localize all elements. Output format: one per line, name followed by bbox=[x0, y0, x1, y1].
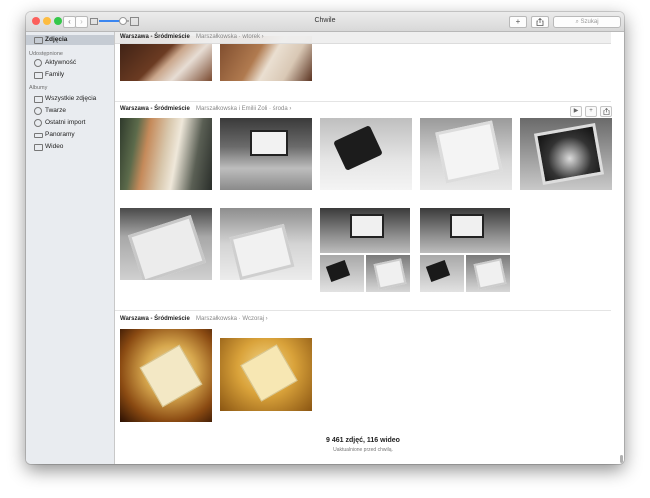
search-placeholder: Szukaj bbox=[580, 19, 599, 25]
photo-thumbnail[interactable] bbox=[466, 255, 510, 292]
library-updated: Uaktualnione przed chwilą. bbox=[333, 447, 393, 453]
moment-subtitle[interactable]: Marszałkowska i Emilii Zoli · środa › bbox=[196, 104, 291, 115]
share-icon bbox=[603, 107, 609, 115]
tablet-shape bbox=[473, 258, 507, 290]
tablet-shape bbox=[425, 260, 451, 282]
moment-share-button[interactable] bbox=[600, 106, 612, 117]
sidebar-item-label: Family bbox=[45, 71, 65, 78]
clock-icon bbox=[34, 119, 42, 127]
sidebar-item-family[interactable]: Family bbox=[26, 70, 114, 80]
tablet-shape bbox=[229, 223, 295, 280]
sidebar-item-label: Aktywność bbox=[45, 59, 77, 66]
photo-thumbnail[interactable] bbox=[366, 255, 410, 292]
tablet-cover-shape bbox=[139, 344, 203, 408]
photos-window: ‹ › Chwile + ⌕ Szukaj Zdjęcia Udostępnio… bbox=[26, 12, 624, 464]
photo-thumbnail[interactable] bbox=[220, 208, 312, 280]
sidebar: Zdjęcia Udostępnione Aktywność Family Al… bbox=[26, 32, 115, 464]
sidebar-item-last-import[interactable]: Ostatni import bbox=[26, 118, 114, 128]
share-icon bbox=[536, 17, 544, 26]
shared-section-header: Udostępnione bbox=[29, 51, 63, 57]
sidebar-item-label: Ostatni import bbox=[45, 119, 86, 126]
tablet-shape bbox=[127, 215, 207, 280]
sidebar-item-label: Zdjęcia bbox=[45, 36, 68, 43]
photo-thumbnail[interactable] bbox=[320, 208, 410, 253]
face-icon bbox=[34, 107, 42, 115]
photos-icon bbox=[34, 37, 43, 44]
scrollbar-thumb[interactable] bbox=[620, 455, 623, 463]
photo-thumbnail[interactable] bbox=[220, 338, 312, 411]
moments-view: Warszawa - Śródmieście Marszałkowska · w… bbox=[115, 32, 624, 464]
albums-section-header: Albumy bbox=[29, 85, 48, 91]
sidebar-item-faces[interactable]: Twarze bbox=[26, 106, 114, 116]
sidebar-item-panoramas[interactable]: Panoramy bbox=[26, 130, 114, 140]
sidebar-item-video[interactable]: Wideo bbox=[26, 142, 114, 152]
photo-thumbnail[interactable] bbox=[320, 118, 412, 190]
moment-header-sticky[interactable]: Warszawa - Śródmieście Marszałkowska · w… bbox=[115, 32, 611, 44]
moment-separator bbox=[115, 101, 611, 102]
moment-title: Warszawa - Śródmieście bbox=[120, 316, 190, 322]
add-button[interactable]: + bbox=[509, 16, 527, 28]
sidebar-item-label: Wszystkie zdjęcia bbox=[45, 95, 97, 102]
moment-subtitle[interactable]: Marszałkowska · wtorek › bbox=[196, 32, 264, 43]
tablet-shape bbox=[435, 120, 503, 184]
photo-thumbnail[interactable] bbox=[220, 118, 312, 190]
moment-add-button[interactable]: + bbox=[585, 106, 597, 117]
photo-thumbnail[interactable] bbox=[420, 118, 512, 190]
video-icon bbox=[34, 144, 43, 151]
moment-title: Warszawa - Śródmieście bbox=[120, 106, 190, 112]
photo-thumbnail[interactable] bbox=[120, 118, 212, 190]
sidebar-item-label: Twarze bbox=[45, 107, 66, 114]
tablet-cover-shape bbox=[240, 344, 298, 402]
tablet-shape bbox=[373, 258, 407, 290]
monitor-shape bbox=[250, 130, 288, 156]
moment-header[interactable]: Warszawa - Śródmieście Marszałkowska i E… bbox=[115, 104, 611, 115]
tablet-shape bbox=[333, 125, 383, 171]
panorama-icon bbox=[34, 133, 43, 138]
monitor-shape bbox=[450, 214, 484, 238]
sidebar-item-all-photos[interactable]: Wszystkie zdjęcia bbox=[26, 94, 114, 104]
photo-thumbnail[interactable] bbox=[520, 118, 612, 190]
magnifier-icon: ⌕ bbox=[575, 19, 579, 25]
play-slideshow-button[interactable]: ▶ bbox=[570, 106, 582, 117]
album-icon bbox=[34, 96, 43, 103]
play-icon: ▶ bbox=[573, 108, 579, 114]
sidebar-item-photos[interactable]: Zdjęcia bbox=[26, 35, 114, 45]
sidebar-item-label: Panoramy bbox=[45, 131, 75, 138]
title-bar: ‹ › Chwile + ⌕ Szukaj bbox=[26, 12, 624, 32]
photo-thumbnail[interactable] bbox=[120, 208, 212, 280]
photo-thumbnail[interactable] bbox=[320, 255, 364, 292]
library-count: 9 461 zdjęć, 116 wideo bbox=[326, 437, 400, 444]
monitor-shape bbox=[350, 214, 384, 238]
sidebar-item-label: Wideo bbox=[45, 143, 64, 150]
tablet-shape bbox=[325, 260, 351, 282]
tablet-shape bbox=[533, 123, 605, 185]
photo-thumbnail[interactable] bbox=[120, 329, 212, 422]
moment-title: Warszawa - Śródmieście bbox=[120, 34, 190, 40]
shared-album-icon bbox=[34, 72, 43, 79]
moment-separator bbox=[115, 310, 611, 311]
share-button[interactable] bbox=[531, 16, 549, 28]
moment-subtitle[interactable]: Marszałkowska · Wczoraj › bbox=[196, 314, 268, 325]
photo-thumbnail[interactable] bbox=[420, 208, 510, 253]
photo-thumbnail[interactable] bbox=[420, 255, 464, 292]
sidebar-item-activity[interactable]: Aktywność bbox=[26, 58, 114, 68]
cloud-icon bbox=[34, 59, 42, 67]
search-field[interactable]: ⌕ Szukaj bbox=[553, 16, 621, 28]
moment-header[interactable]: Warszawa - Śródmieście Marszałkowska · W… bbox=[115, 314, 611, 325]
